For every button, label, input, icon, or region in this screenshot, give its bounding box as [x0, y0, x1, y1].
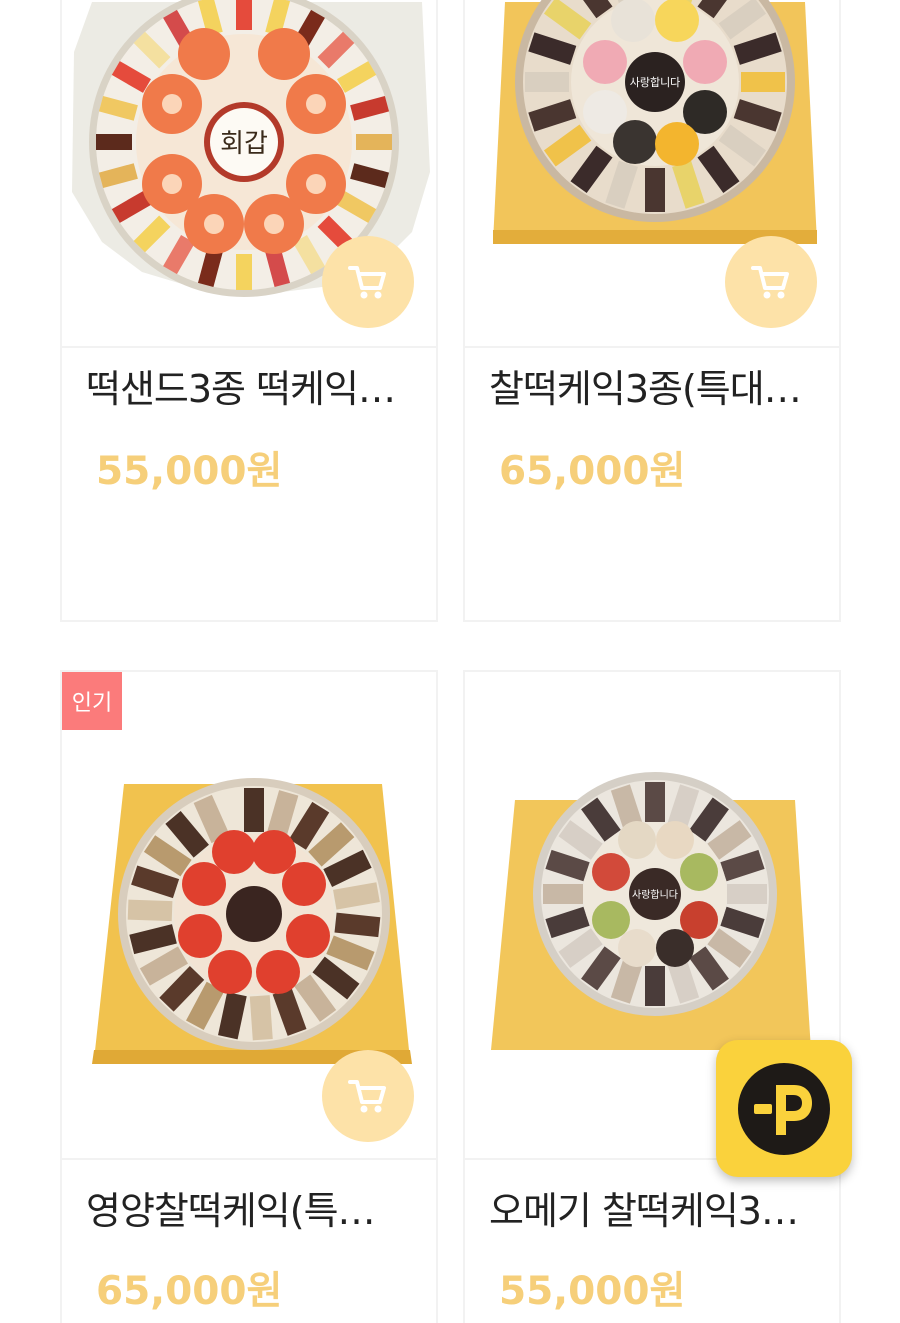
product-image[interactable]: 사랑합니다 [465, 0, 839, 348]
product-price: 65,000원 [499, 449, 686, 494]
point-floating-button[interactable] [716, 1040, 852, 1177]
cart-icon [348, 1080, 386, 1113]
svg-text:회갑: 회갑 [220, 129, 268, 159]
product-card[interactable]: 사랑합니다 찰떡케익3종(특대… 65,000원 [463, 0, 841, 622]
popular-badge: 인기 [62, 672, 122, 730]
product-image[interactable]: 회갑 [62, 0, 436, 348]
cart-icon [751, 266, 789, 299]
svg-text:사랑합니다: 사랑합니다 [630, 76, 681, 89]
product-price: 55,000원 [96, 449, 283, 494]
product-name[interactable]: 떡샌드3종 떡케익… [86, 358, 406, 413]
product-name[interactable]: 찰떡케익3종(특대… [489, 358, 809, 413]
product-card[interactable]: 회갑 떡샌드3종 떡케익… 55,000원 [60, 0, 438, 622]
product-name[interactable]: 오메기 찰떡케익3… [489, 1180, 809, 1235]
cart-icon [348, 266, 386, 299]
product-image[interactable]: 인기 [62, 672, 436, 1160]
product-name[interactable]: 영양찰떡케익(특… [86, 1180, 406, 1235]
p-point-icon [738, 1062, 830, 1155]
product-card[interactable]: 사랑합니다 오메기 찰떡케익3… 55,000원 [463, 670, 841, 1323]
svg-text:사랑합니다: 사랑합니다 [632, 889, 678, 901]
add-to-cart-button[interactable] [322, 236, 414, 328]
product-price: 65,000원 [96, 1269, 283, 1314]
add-to-cart-button[interactable] [725, 236, 817, 328]
product-price: 55,000원 [499, 1269, 686, 1314]
add-to-cart-button[interactable] [322, 1050, 414, 1142]
product-card[interactable]: 인기 영양찰떡케익(특… 65,000원 [60, 670, 438, 1323]
product-grid-page: 회갑 떡샌드3종 떡케익… 55,000원 사랑합니다 찰떡케익3종(특대… 6… [0, 0, 900, 1323]
